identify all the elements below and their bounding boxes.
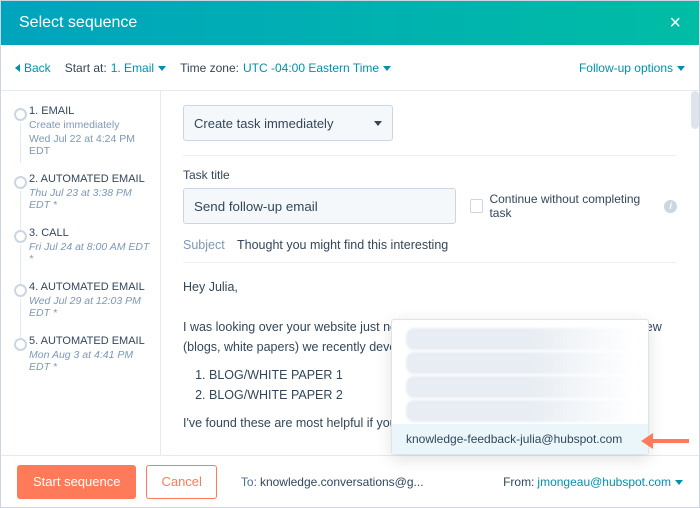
step-title: 2. AUTOMATED EMAIL — [29, 173, 150, 185]
subject-label: Subject — [183, 238, 237, 252]
timezone-label: Time zone: — [180, 61, 239, 75]
from-value: jmongeau@hubspot.com — [537, 475, 671, 489]
task-title-label: Task title — [183, 168, 677, 182]
toolbar: Back Start at: 1. Email Time zone: UTC -… — [1, 45, 699, 91]
steps-sidebar: 1. EMAIL Create immediately Wed Jul 22 a… — [1, 91, 161, 455]
email-suggestion-popup: knowledge-feedback-julia@hubspot.com — [391, 319, 649, 455]
modal-title: Select sequence — [19, 14, 137, 32]
info-icon[interactable]: i — [664, 200, 677, 213]
caret-down-icon — [158, 66, 166, 71]
step-title: 5. AUTOMATED EMAIL — [29, 335, 150, 347]
start-at-value: 1. Email — [111, 61, 154, 75]
step-item[interactable]: 2. AUTOMATED EMAIL Thu Jul 23 at 3:38 PM… — [11, 173, 150, 211]
step-date: Wed Jul 22 at 4:24 PM EDT — [29, 133, 150, 157]
subject-value[interactable]: Thought you might find this interesting — [237, 238, 448, 252]
continue-checkbox-label: Continue without completing task — [489, 192, 660, 220]
step-date: Fri Jul 24 at 8:00 AM EDT * — [29, 241, 150, 265]
to-label: To: — [241, 475, 257, 489]
step-item[interactable]: 5. AUTOMATED EMAIL Mon Aug 3 at 4:41 PM … — [11, 335, 150, 373]
to-value[interactable]: knowledge.conversations@g... — [260, 475, 424, 489]
step-date: Mon Aug 3 at 4:41 PM EDT * — [29, 349, 150, 373]
close-icon[interactable]: × — [669, 12, 681, 35]
step-title: 4. AUTOMATED EMAIL — [29, 281, 150, 293]
continue-checkbox[interactable]: Continue without completing task i — [470, 192, 677, 220]
timezone-dropdown[interactable]: UTC -04:00 Eastern Time — [243, 61, 391, 75]
cancel-button[interactable]: Cancel — [146, 465, 216, 499]
step-item[interactable]: 1. EMAIL Create immediately Wed Jul 22 a… — [11, 105, 150, 157]
suggestion-item-blurred[interactable] — [406, 400, 634, 422]
body-greeting: Hey Julia, — [183, 277, 677, 297]
step-date: Thu Jul 23 at 3:38 PM EDT * — [29, 187, 150, 211]
footer: Start sequence Cancel To: knowledge.conv… — [1, 455, 699, 507]
chevron-left-icon — [15, 64, 20, 72]
start-at-dropdown[interactable]: 1. Email — [111, 61, 166, 75]
task-timing-value: Create task immediately — [194, 116, 333, 131]
annotation-arrow — [641, 433, 689, 449]
followup-options-dropdown[interactable]: Follow-up options — [579, 61, 685, 75]
suggestion-item-blurred[interactable] — [406, 328, 634, 350]
timezone-value: UTC -04:00 Eastern Time — [243, 61, 379, 75]
step-subtitle: Create immediately — [29, 119, 150, 131]
back-link[interactable]: Back — [15, 61, 51, 75]
followup-label: Follow-up options — [579, 61, 673, 75]
caret-down-icon — [675, 480, 683, 485]
from-label: From: — [503, 475, 534, 489]
caret-down-icon — [383, 66, 391, 71]
caret-down-icon — [677, 66, 685, 71]
step-title: 1. EMAIL — [29, 105, 150, 117]
step-item[interactable]: 4. AUTOMATED EMAIL Wed Jul 29 at 12:03 P… — [11, 281, 150, 319]
start-sequence-button[interactable]: Start sequence — [17, 465, 136, 499]
caret-down-icon — [374, 121, 382, 126]
suggestion-item-blurred[interactable] — [406, 352, 634, 374]
back-label: Back — [24, 61, 51, 75]
scrollbar[interactable] — [691, 91, 699, 129]
from-dropdown[interactable]: jmongeau@hubspot.com — [537, 475, 683, 489]
checkbox-icon — [470, 199, 484, 213]
suggestion-item-blurred[interactable] — [406, 376, 634, 398]
task-title-input[interactable] — [183, 188, 456, 224]
suggestion-item-highlighted[interactable]: knowledge-feedback-julia@hubspot.com — [392, 424, 648, 454]
task-timing-dropdown[interactable]: Create task immediately — [183, 105, 393, 141]
start-at-label: Start at: — [65, 61, 107, 75]
step-date: Wed Jul 29 at 12:03 PM EDT * — [29, 295, 150, 319]
step-item[interactable]: 3. CALL Fri Jul 24 at 8:00 AM EDT * — [11, 227, 150, 265]
modal-header: Select sequence × — [1, 1, 699, 45]
step-title: 3. CALL — [29, 227, 150, 239]
